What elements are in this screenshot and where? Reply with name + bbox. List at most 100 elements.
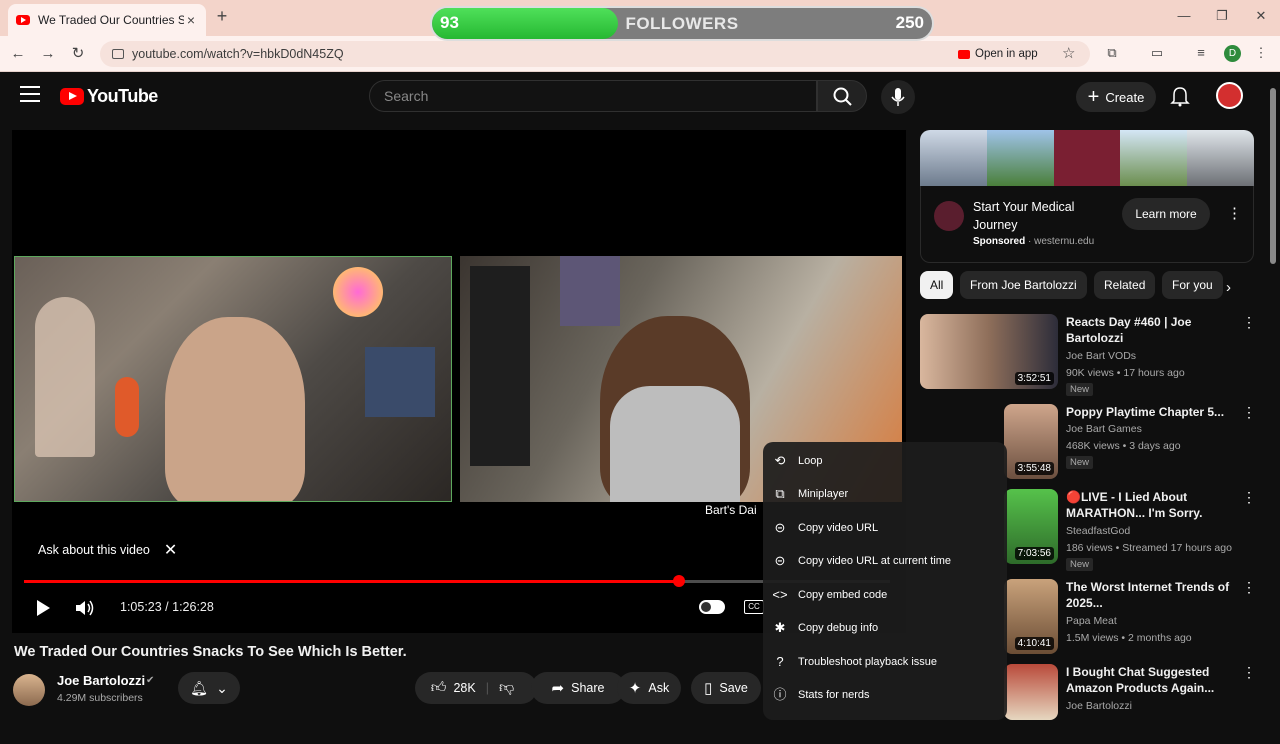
channel-name[interactable]: Joe Bartolozzi <box>57 673 145 688</box>
media-controls-icon[interactable]: ≡ <box>1192 45 1210 63</box>
learn-more-button[interactable]: Learn more <box>1122 198 1210 230</box>
ask-about-video-chip[interactable]: Ask about this video ✕ <box>38 540 177 560</box>
page-scrollbar[interactable] <box>1270 88 1276 264</box>
miniplayer-icon: ⧉ <box>775 486 785 502</box>
menu-item-copy-embed[interactable]: <> Copy embed code <box>763 578 1007 612</box>
chip-for-you[interactable]: For you <box>1162 271 1223 299</box>
video-thumbnail[interactable]: 3:55:48 <box>1004 404 1058 479</box>
chip-from-channel[interactable]: From Joe Bartolozzi <box>960 271 1087 299</box>
maximize-icon[interactable]: ❐ <box>1210 6 1234 26</box>
more-vert-icon[interactable]: ⋮ <box>1242 489 1256 506</box>
create-button[interactable]: + Create <box>1076 82 1156 112</box>
ask-button[interactable]: ✦ Ask <box>617 672 681 704</box>
bell-icon: 🔔︎ <box>190 679 208 696</box>
browser-tab[interactable]: We Traded Our Countries Snack × <box>8 4 206 36</box>
account-avatar[interactable] <box>1216 82 1243 109</box>
cast-icon[interactable]: ▭ <box>1148 45 1166 63</box>
ad-banner-image[interactable] <box>920 130 1254 186</box>
like-count[interactable]: 28K <box>453 681 475 695</box>
ad-title[interactable]: Start Your Medical Journey <box>973 198 1103 234</box>
extensions-icon[interactable]: ⧉ <box>1103 45 1121 63</box>
more-vert-icon[interactable]: ⋮ <box>1242 664 1256 681</box>
youtube-logo-text: YouTube <box>87 86 158 106</box>
video-thumbnail[interactable]: 7:03:56 <box>1004 489 1058 564</box>
chip-all[interactable]: All <box>920 271 954 299</box>
address-bar[interactable]: youtube.com/watch?v=hbkD0dN45ZQ <box>100 41 1090 67</box>
menu-item-copy-url-time[interactable]: ⊝ Copy video URL at current time <box>763 545 1007 579</box>
progress-scrubber[interactable] <box>672 575 685 587</box>
sponsored-label: Sponsored <box>973 236 1026 247</box>
browser-toolbar: ← → ↻ youtube.com/watch?v=hbkD0dN45ZQ Op… <box>0 36 1280 72</box>
bug-icon: ✱ <box>774 620 786 636</box>
neon-sign-shape <box>333 267 383 317</box>
dismiss-close-icon[interactable]: ✕ <box>164 540 177 560</box>
bookmark-star-icon[interactable]: ☆ <box>1062 44 1075 62</box>
video-thumbnail[interactable] <box>1004 664 1058 720</box>
video-thumbnail[interactable]: 4:10:41 <box>1004 579 1058 654</box>
reload-icon[interactable]: ↻ <box>68 44 88 64</box>
rec-title: Reacts Day #460 | Joe Bartolozzi <box>1066 315 1192 345</box>
rec-channel: Joe Bart VODs <box>1066 350 1137 362</box>
chevron-right-icon[interactable]: › <box>1226 279 1231 296</box>
back-arrow-icon[interactable]: ← <box>8 44 28 64</box>
link-icon: ⊝ <box>774 553 786 569</box>
menu-item-loop[interactable]: ⟲ Loop <box>763 444 1007 478</box>
ad-sponsor-line: Sponsored · westernu.edu <box>973 236 1095 247</box>
chevron-down-icon: ⌄ <box>216 679 228 696</box>
forward-arrow-icon[interactable]: → <box>38 44 58 64</box>
share-button[interactable]: ➦ Share <box>531 672 625 704</box>
more-vert-icon[interactable]: ⋮ <box>1242 579 1256 596</box>
open-in-app-label: Open in app <box>975 48 1038 60</box>
rec-channel: Papa Meat <box>1066 615 1117 627</box>
code-icon: <> <box>772 586 788 602</box>
rec-title: 🔴LIVE - I Lied About MARATHON... I'm Sor… <box>1066 490 1203 520</box>
menu-item-troubleshoot[interactable]: ? Troubleshoot playback issue <box>763 645 1007 679</box>
tab-close-icon[interactable]: × <box>184 12 198 28</box>
browser-menu-icon[interactable]: ⋮ <box>1252 45 1270 63</box>
minimize-icon[interactable]: — <box>1172 6 1196 26</box>
channel-avatar[interactable] <box>13 674 45 706</box>
menu-item-copy-debug[interactable]: ✱ Copy debug info <box>763 612 1007 646</box>
search-input[interactable]: Search <box>369 80 817 112</box>
volume-button[interactable] <box>74 598 96 618</box>
subscription-bell-button[interactable]: 🔔︎ ⌄ <box>178 672 240 704</box>
ask-label: Ask <box>648 681 670 695</box>
menu-item-stats[interactable]: ⓘ Stats for nerds <box>763 679 1007 713</box>
progress-bar[interactable] <box>24 575 890 587</box>
tab-title: We Traded Our Countries Snack <box>38 13 184 27</box>
window-close-icon[interactable]: ✕ <box>1249 6 1273 26</box>
thumbs-down-icon[interactable]: 👎︎ <box>499 679 514 697</box>
autoplay-toggle[interactable] <box>699 600 725 614</box>
menu-item-miniplayer[interactable]: ⧉ Miniplayer <box>763 478 1007 512</box>
play-button[interactable] <box>32 598 52 618</box>
thumbs-up-icon[interactable]: 👍︎ <box>431 679 447 697</box>
captions-icon[interactable]: CC <box>744 600 764 614</box>
video-title: We Traded Our Countries Snacks To See Wh… <box>14 644 407 660</box>
more-vert-icon[interactable]: ⋮ <box>1242 404 1256 421</box>
list-item[interactable]: 3:52:51 Reacts Day #460 | Joe Bartolozzi… <box>920 314 1260 396</box>
search-icon <box>833 87 852 106</box>
more-vert-icon[interactable]: ⋮ <box>1227 204 1242 222</box>
microphone-icon <box>891 88 905 106</box>
chat-overlay-name: Bart's Dai <box>705 503 757 517</box>
search-button[interactable] <box>817 80 867 112</box>
menu-item-copy-url[interactable]: ⊝ Copy video URL <box>763 511 1007 545</box>
youtube-app-icon <box>958 49 970 59</box>
save-label: Save <box>719 681 748 695</box>
browser-profile-avatar[interactable]: D <box>1224 45 1241 62</box>
url-text: youtube.com/watch?v=hbkD0dN45ZQ <box>132 47 344 61</box>
hamburger-menu-icon[interactable] <box>20 86 40 106</box>
site-info-icon[interactable] <box>112 49 124 59</box>
chip-related[interactable]: Related <box>1094 271 1156 299</box>
filter-chips: All From Joe Bartolozzi Related For you <box>920 271 1250 299</box>
notifications-bell-icon[interactable] <box>1170 85 1190 107</box>
voice-search-button[interactable] <box>881 80 915 114</box>
ad-card: Start Your Medical Journey Sponsored · w… <box>920 186 1254 263</box>
menu-item-label: Copy embed code <box>798 588 888 601</box>
youtube-logo[interactable]: YouTube <box>60 86 158 107</box>
save-button[interactable]: ▯ Save <box>691 672 761 704</box>
more-vert-icon[interactable]: ⋮ <box>1242 314 1256 331</box>
new-tab-button[interactable]: + <box>212 6 232 26</box>
video-thumbnail[interactable]: 3:52:51 <box>920 314 1058 389</box>
open-in-app-button[interactable]: Open in app <box>958 45 1038 63</box>
